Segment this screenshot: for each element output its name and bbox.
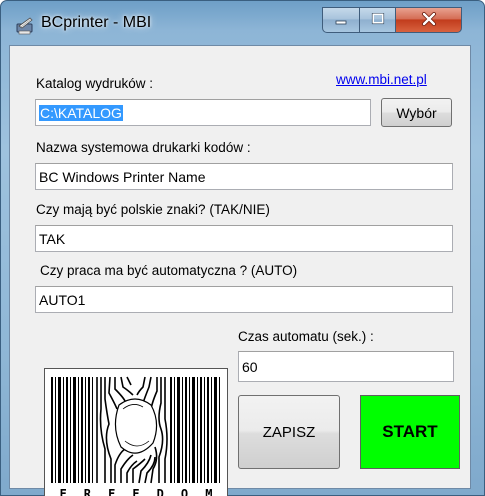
barcode-graphic	[51, 376, 220, 484]
timer-label: Czas automatu (sek.) :	[238, 329, 374, 344]
timer-input[interactable]: 60	[238, 351, 454, 382]
maximize-icon	[371, 12, 385, 28]
barcode-letter: O	[180, 487, 189, 496]
minimize-button[interactable]	[322, 7, 360, 33]
minimize-icon	[334, 13, 348, 28]
client-area: Katalog wydruków : www.mbi.net.pl C:\KAT…	[9, 45, 471, 496]
barcode-letter: M	[205, 487, 213, 496]
polish-chars-label: Czy mają być polskie znaki? (TAK/NIE)	[36, 202, 270, 217]
barcode-letter: E	[108, 487, 116, 496]
freedom-barcode-image: F R E E D O M	[44, 368, 228, 496]
polish-chars-input[interactable]: TAK	[35, 225, 453, 252]
save-button[interactable]: ZAPISZ	[238, 395, 340, 469]
website-link[interactable]: www.mbi.net.pl	[336, 72, 427, 87]
catalog-input[interactable]: C:\KATALOG	[35, 99, 371, 126]
printer-name-label: Nazwa systemowa drukarki kodów :	[36, 140, 251, 155]
barcode-letter: F	[59, 487, 67, 496]
close-button[interactable]	[396, 7, 462, 33]
catalog-input-value: C:\KATALOG	[39, 105, 123, 121]
barcode-letter: E	[132, 487, 140, 496]
barcode-letter: R	[83, 487, 92, 496]
browse-button[interactable]: Wybór	[381, 98, 452, 127]
auto-mode-input[interactable]: AUTO1	[35, 286, 453, 313]
start-button[interactable]: START	[360, 395, 460, 469]
barcode-letter: D	[156, 487, 164, 496]
catalog-label: Katalog wydruków :	[36, 76, 154, 91]
app-window: BCprinter - MBI Katalog wydruków : www.m…	[0, 0, 485, 496]
close-icon	[421, 11, 437, 29]
maximize-button[interactable]	[360, 7, 396, 33]
printer-feather-icon[interactable]	[15, 16, 35, 36]
title-bar[interactable]: BCprinter - MBI	[1, 1, 484, 45]
window-title: BCprinter - MBI	[41, 14, 152, 31]
auto-mode-label: Czy praca ma być automatyczna ? (AUTO)	[40, 263, 298, 278]
barcode-caption: F R E E D O M	[45, 487, 227, 496]
printer-name-input[interactable]: BC Windows Printer Name	[35, 163, 453, 190]
